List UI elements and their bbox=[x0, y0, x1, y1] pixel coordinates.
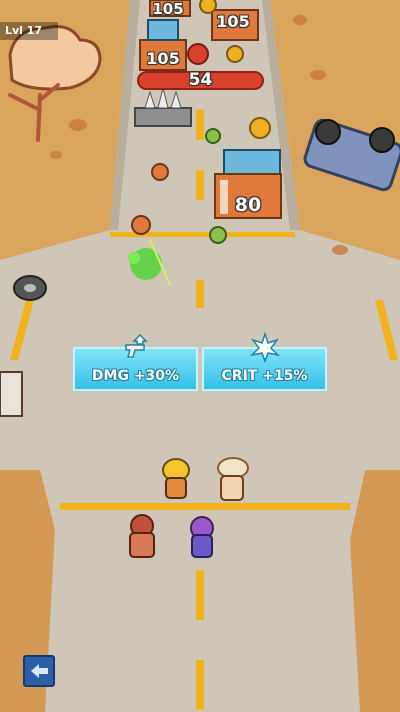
hero-sheriff bbox=[129, 514, 155, 558]
crate-count: 80 bbox=[234, 194, 262, 216]
enemy-count-top-right: 105 bbox=[216, 12, 250, 31]
hero-cowboy bbox=[217, 457, 249, 501]
tire bbox=[13, 275, 47, 301]
gate-crit-label: CRIT +15% bbox=[221, 368, 308, 384]
game-scene: Lvl 17 105 105 105 54 80 DMG +30% CRIT +… bbox=[0, 0, 400, 712]
crit-burst-icon bbox=[249, 331, 280, 363]
hero-yellow-hat bbox=[162, 458, 190, 499]
battlefield bbox=[0, 0, 400, 712]
enemy-count-mid-left: 105 bbox=[146, 49, 180, 68]
hero-purple bbox=[190, 516, 214, 558]
gate-damage-upgrade[interactable]: DMG +30% bbox=[73, 333, 198, 391]
gate-damage-label: DMG +30% bbox=[91, 368, 180, 384]
back-button[interactable] bbox=[23, 655, 55, 687]
level-indicator: Lvl 17 bbox=[0, 22, 58, 40]
left-arrow-icon bbox=[31, 664, 48, 678]
gate-crit-upgrade[interactable]: CRIT +15% bbox=[202, 331, 327, 391]
boss-hp-value: 54 bbox=[188, 70, 213, 90]
enemy-count-top-left: 105 bbox=[152, 0, 184, 18]
pistol-upgrade-icon bbox=[124, 333, 148, 358]
